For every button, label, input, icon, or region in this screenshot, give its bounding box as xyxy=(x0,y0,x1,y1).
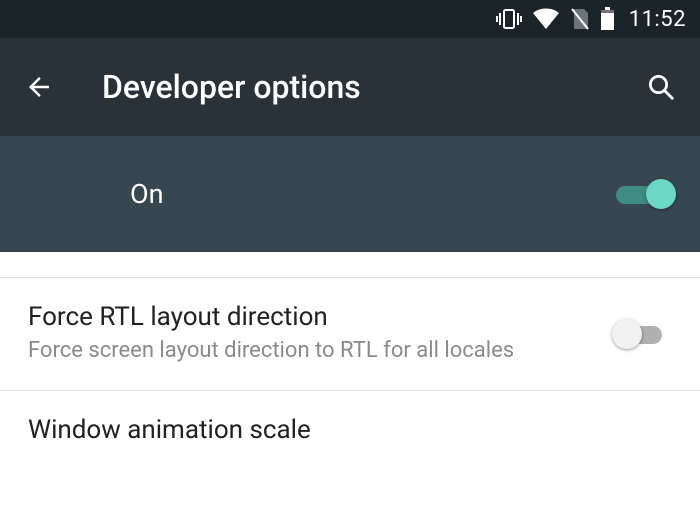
setting-switch-force-rtl[interactable] xyxy=(616,318,672,350)
switch-thumb xyxy=(612,319,642,349)
wifi-icon xyxy=(532,8,560,30)
master-toggle-row[interactable]: On xyxy=(0,136,700,252)
page-title: Developer options xyxy=(64,68,636,106)
setting-row-window-animation-scale[interactable]: Window animation scale xyxy=(0,391,700,473)
setting-text: Window animation scale xyxy=(28,415,672,449)
app-bar: Developer options xyxy=(0,38,700,136)
settings-list: Force RTL layout direction Force screen … xyxy=(0,252,700,525)
list-gap xyxy=(0,252,700,278)
setting-row-force-rtl[interactable]: Force RTL layout direction Force screen … xyxy=(0,278,700,391)
status-bar: 11:52 xyxy=(0,0,700,38)
master-toggle-switch[interactable] xyxy=(616,178,672,210)
setting-title: Window animation scale xyxy=(28,415,652,445)
arrow-back-icon xyxy=(24,72,54,102)
vibrate-icon xyxy=(496,8,522,30)
setting-subtitle: Force screen layout direction to RTL for… xyxy=(28,336,596,366)
search-button[interactable] xyxy=(636,72,676,102)
no-sim-icon xyxy=(570,7,590,31)
switch-thumb xyxy=(646,179,676,209)
status-clock: 11:52 xyxy=(629,7,686,32)
battery-icon xyxy=(600,7,615,31)
screen: 11:52 Developer options On Force RTL lay… xyxy=(0,0,700,525)
setting-title: Force RTL layout direction xyxy=(28,302,596,332)
back-button[interactable] xyxy=(24,72,64,102)
master-toggle-label: On xyxy=(130,178,616,210)
search-icon xyxy=(646,72,676,102)
setting-text: Force RTL layout direction Force screen … xyxy=(28,302,616,366)
